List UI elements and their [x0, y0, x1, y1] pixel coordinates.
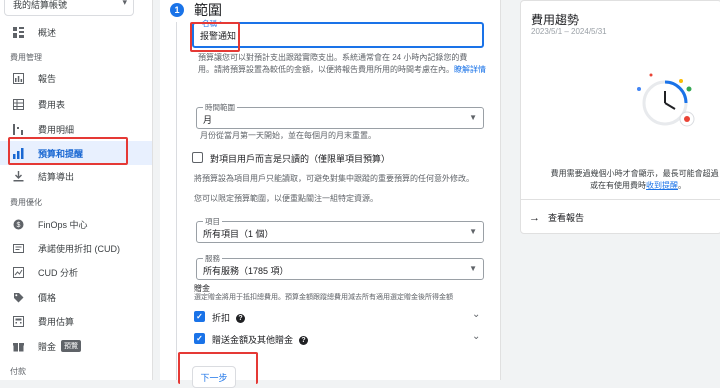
cost-trend-title: 費用趨勢: [531, 13, 580, 27]
message-end: 。: [678, 181, 686, 190]
sidebar-item-cud-analysis[interactable]: CUD 分析: [0, 260, 152, 284]
section-payment: 付款: [10, 367, 26, 376]
cost-trend-card: 費用趨勢 2023/5/1 – 2024/5/31 費用需要過幾個小時才會顯示，…: [520, 0, 720, 234]
sidebar-item-label: CUD 分析: [38, 267, 78, 278]
annotation-box-name: [190, 22, 240, 52]
cost-trend-message: 費用需要過幾個小時才會顯示，最長可能會超過 2 或在有使用費時收到提醒。: [533, 168, 720, 192]
section-cost-optimization: 費用優化: [10, 198, 42, 207]
get-alert-link[interactable]: 收到提醒: [646, 181, 678, 190]
sidebar-item-cost-estimation[interactable]: 費用估算: [0, 309, 152, 333]
services-select[interactable]: 服務 所有服務（1785 項） ▼: [196, 253, 484, 280]
sidebar-item-cud[interactable]: 承諾使用折扣 (CUD): [0, 236, 152, 260]
time-range-value: 月: [203, 115, 213, 125]
calculator-icon: [12, 315, 24, 327]
sidebar: 我的結算帳號 ▾ 概述 費用管理 報告 費用表 費用明細 預算和提醒 結算導出 …: [0, 0, 153, 380]
billing-account-selector[interactable]: 我的結算帳號 ▾: [4, 0, 134, 16]
dropdown-arrow-icon: ▼: [469, 227, 477, 236]
discount-label: 折扣: [212, 313, 231, 323]
projects-value: 所有項目（1 個）: [203, 229, 274, 239]
budget-form: 1 範圍 名稱 * 报警通知 預算讓您可以對預計支出跟蹤實際支出。系統通常會在 …: [160, 0, 501, 380]
annotation-box-sidebar: [8, 137, 128, 165]
sidebar-item-finops[interactable]: $ FinOps 中心: [0, 212, 152, 236]
help-icon[interactable]: ?: [236, 314, 246, 324]
promo-row: 贈送金額及其他贈金?: [212, 333, 309, 346]
help-icon[interactable]: ?: [299, 336, 309, 346]
expand-chevron-icon[interactable]: ⌄: [472, 331, 480, 342]
credits-description: 選定贈金將用于抵扣總費用。預算金額跟蹤總費用減去所有適用選定贈金後所得金額: [194, 294, 453, 301]
sidebar-item-cost-table[interactable]: 費用表: [0, 92, 152, 116]
sidebar-item-label: 費用表: [38, 99, 66, 110]
cud-icon: [12, 242, 24, 254]
cost-trend-date-range: 2023/5/1 – 2024/5/31: [531, 27, 607, 36]
scope-text-1: 將預算設為項目用戶只能讀取，可避免對集中跟蹤的重要預算的任何意外修改。: [194, 174, 474, 183]
readonly-checkbox[interactable]: [192, 152, 203, 163]
time-range-label: 時間範圍: [203, 102, 237, 113]
step-title: 範圍: [194, 2, 222, 18]
sidebar-item-label: 結算導出: [38, 171, 75, 182]
message-line-1: 費用需要過幾個小時才會顯示，最長可能會超過 2: [550, 169, 720, 178]
step-connector: [176, 22, 177, 380]
arrow-right-icon: →: [529, 211, 540, 224]
discount-row: 折扣?: [212, 311, 246, 324]
section-cost-management: 費用管理: [10, 53, 42, 62]
services-value: 所有服務（1785 項）: [203, 266, 289, 276]
preview-badge: 預覽: [61, 340, 82, 352]
billing-account-name: 我的結算帳號: [13, 0, 68, 10]
tag-icon: [12, 291, 24, 303]
learn-more-link[interactable]: 瞭解詳情: [454, 65, 486, 74]
sidebar-item-credits[interactable]: 贈金 預覽: [0, 334, 152, 358]
scope-text-2: 您可以限定預算範圍，以便重點關注一組特定資源。: [194, 194, 378, 203]
readonly-checkbox-label: 對項目用戶而言是只讀的（僅限單項目預算）: [210, 154, 391, 164]
time-range-select[interactable]: 時間範圍 月 ▼: [196, 102, 484, 129]
step-number: 1: [170, 3, 184, 17]
export-icon: [12, 170, 24, 182]
expand-chevron-icon[interactable]: ⌄: [472, 309, 480, 320]
overview-icon: [12, 26, 24, 38]
card-divider: [521, 199, 720, 200]
finops-icon: $: [12, 218, 24, 230]
sidebar-item-label: 贈金: [38, 341, 57, 352]
projects-select[interactable]: 項目 所有項目（1 個） ▼: [196, 216, 484, 243]
services-label: 服務: [203, 253, 222, 264]
discount-checkbox[interactable]: ✓: [194, 311, 205, 322]
sidebar-item-reports[interactable]: 報告: [0, 66, 152, 90]
gift-icon: [12, 340, 24, 352]
sidebar-item-label: FinOps 中心: [38, 219, 88, 230]
annotation-box-next: [178, 352, 258, 384]
promo-label: 贈送金額及其他贈金: [212, 335, 294, 345]
description-line-1: 預算讓您可以對預計支出跟蹤實際支出。系統通常會在 24 小時內記錄您的費: [198, 53, 468, 62]
message-line-2: 或在有使用費時: [590, 181, 646, 190]
report-icon: [12, 72, 24, 84]
projects-label: 項目: [203, 216, 222, 227]
sidebar-item-label: 費用估算: [38, 316, 75, 327]
dropdown-arrow-icon: ▼: [469, 113, 477, 122]
budget-description: 預算讓您可以對預計支出跟蹤實際支出。系統通常會在 24 小時內記錄您的費 用。請…: [198, 52, 498, 76]
sidebar-item-pricing[interactable]: 價格: [0, 285, 152, 309]
svg-text:$: $: [16, 222, 20, 229]
sidebar-item-label: 費用明細: [38, 124, 75, 135]
time-range-help: 月份從當月第一天開始，並在每個月的月末重置。: [200, 131, 376, 140]
chevron-down-icon: ▾: [122, 0, 127, 7]
breakdown-icon: [12, 123, 24, 135]
sidebar-item-label: 報告: [38, 73, 57, 84]
view-report-link[interactable]: → 查看報告: [529, 211, 584, 224]
sidebar-item-label: 承諾使用折扣 (CUD): [38, 243, 120, 254]
pending-clock-illustration: [637, 73, 695, 127]
analysis-icon: [12, 266, 24, 278]
description-line-2: 用。請將預算設置為較低的金額，以便將報告費用所用的時間考慮在內。: [198, 65, 454, 74]
sidebar-item-label: 價格: [38, 292, 57, 303]
sidebar-item-overview[interactable]: 概述: [0, 20, 152, 44]
view-report-label: 查看報告: [548, 213, 585, 223]
sidebar-item-label: 概述: [38, 27, 57, 38]
promo-credits-checkbox[interactable]: ✓: [194, 333, 205, 344]
dropdown-arrow-icon: ▼: [469, 264, 477, 273]
table-icon: [12, 98, 24, 110]
sidebar-item-billing-export[interactable]: 結算導出: [0, 164, 152, 188]
